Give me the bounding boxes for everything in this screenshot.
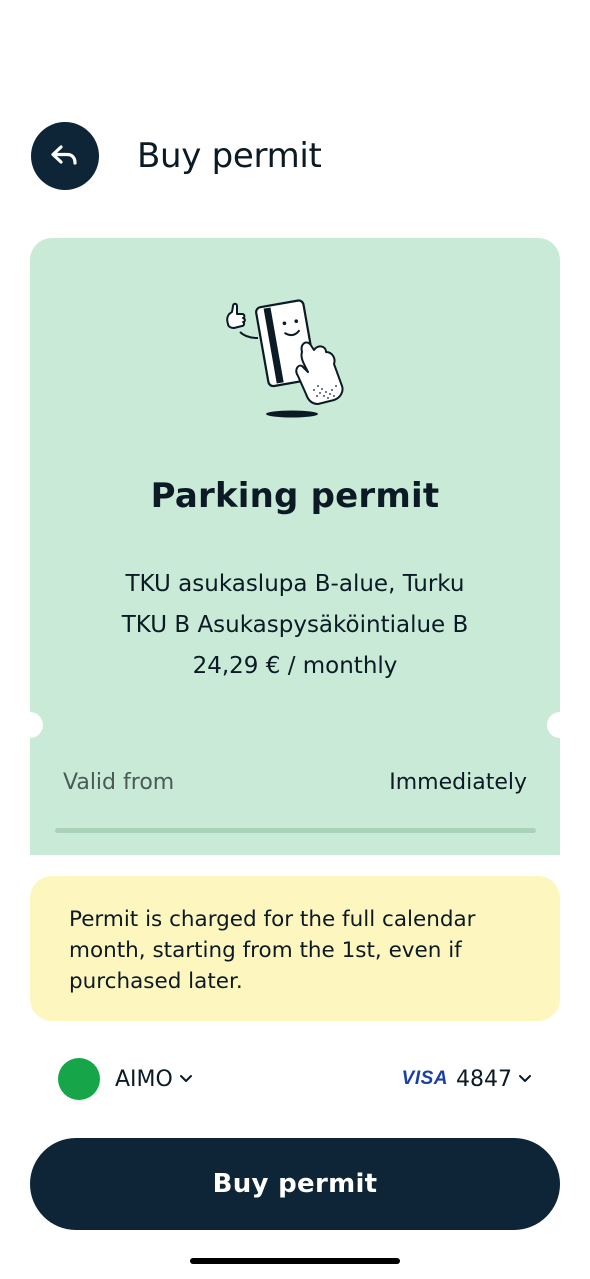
- notice-line-2: month, starting from the 1st, even if: [69, 938, 462, 963]
- notice-line-1: Permit is charged for the full calendar: [69, 907, 476, 932]
- permit-details: TKU asukaslupa B-alue, Turku TKU B Asuka…: [30, 564, 560, 687]
- provider-name: AIMO: [115, 1066, 173, 1092]
- provider-selector[interactable]: AIMO: [58, 1058, 193, 1100]
- chevron-down-icon: [179, 1075, 192, 1082]
- permit-title: Parking permit: [150, 476, 440, 516]
- back-button[interactable]: [31, 122, 99, 190]
- payment-row: AIMO VISA 4847: [58, 1057, 532, 1101]
- back-arrow-icon: [51, 145, 77, 165]
- visa-logo-icon: VISA: [401, 1068, 448, 1089]
- valid-from-divider: [55, 828, 536, 833]
- ticket-notch-right: [547, 712, 573, 738]
- buy-permit-button[interactable]: Buy permit: [30, 1138, 560, 1230]
- permit-price: 24,29 € / monthly: [192, 653, 398, 679]
- card-last-digits: 4847: [456, 1066, 512, 1092]
- ticket-notch-left: [17, 712, 43, 738]
- notice-line-3: purchased later.: [69, 969, 243, 994]
- permit-area: TKU asukaslupa B-alue, Turku: [125, 571, 465, 597]
- valid-from-label: Valid from: [63, 770, 175, 795]
- buy-permit-screen: Buy permit Parking permit TKU asukaslupa…: [0, 0, 590, 1279]
- permit-card: Parking permit TKU asukaslupa B-alue, Tu…: [17, 238, 573, 855]
- valid-from-value[interactable]: Immediately: [389, 770, 527, 795]
- header: Buy permit: [31, 122, 322, 190]
- billing-notice: Permit is charged for the full calendar …: [30, 876, 560, 1021]
- home-indicator[interactable]: [190, 1258, 400, 1264]
- payment-card-selector[interactable]: VISA 4847: [402, 1067, 532, 1092]
- provider-logo-icon: [58, 1058, 100, 1100]
- chevron-down-icon: [519, 1075, 531, 1082]
- valid-from-row[interactable]: Valid from Immediately: [63, 770, 527, 795]
- thumbs-up-card-illustration: [226, 299, 344, 418]
- page-title: Buy permit: [137, 136, 322, 176]
- permit-zone: TKU B Asukaspysäköintialue B: [121, 612, 469, 638]
